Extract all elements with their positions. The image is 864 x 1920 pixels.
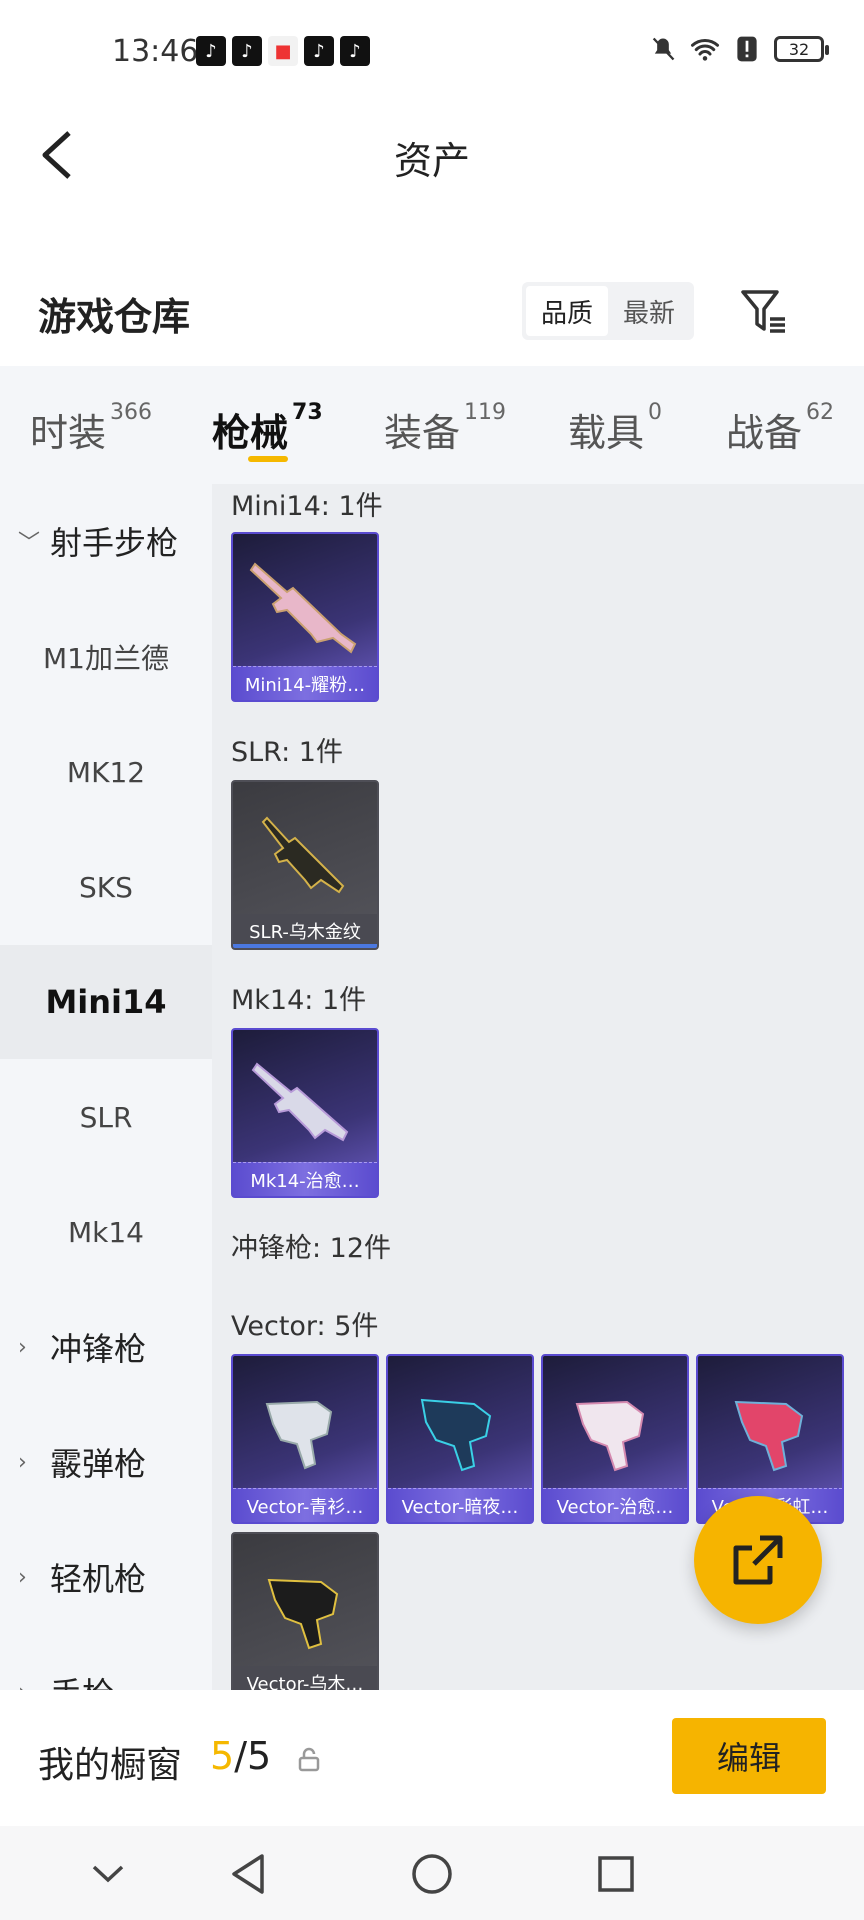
chevron-right-icon: › bbox=[18, 1334, 27, 1360]
item-card[interactable]: Vector-暗夜… bbox=[386, 1354, 534, 1524]
item-card[interactable]: Vector-青衫… bbox=[231, 1354, 379, 1524]
tab-equipment[interactable]: 装备 119 bbox=[384, 400, 506, 457]
bell-muted-icon bbox=[648, 34, 678, 64]
lock-icon bbox=[298, 1747, 320, 1772]
tab-fashion[interactable]: 时装 366 bbox=[30, 400, 152, 457]
rifle-icon bbox=[261, 816, 345, 894]
share-button[interactable] bbox=[694, 1496, 822, 1624]
group-label-mini14: Mini14: 1件 bbox=[231, 491, 383, 522]
share-icon bbox=[733, 1535, 783, 1585]
group-label-vector: Vector: 5件 bbox=[231, 1311, 379, 1342]
sidebar-group-smg[interactable]: › 冲锋枪 bbox=[0, 1290, 212, 1404]
group-label-mk14: Mk14: 1件 bbox=[231, 985, 367, 1016]
chevron-down-icon: ﹀ bbox=[18, 531, 41, 556]
category-tabs: 时装 366 枪械 73 装备 119 载具 0 战备 62 bbox=[0, 366, 864, 484]
nav-back-button[interactable] bbox=[220, 1846, 276, 1902]
sidebar: ﹀ 射手步枪 M1加兰德 MK12 SKS Mini14 SLR Mk14 › 冲锋… bbox=[0, 484, 212, 1690]
status-time: 13:46 bbox=[112, 34, 199, 69]
page-title: 资产 bbox=[393, 139, 470, 183]
chevron-right-icon: › bbox=[18, 1449, 27, 1475]
notification-icons: ♪ ♪ ■ ♪ ♪ bbox=[196, 36, 370, 66]
rarity-bar bbox=[233, 944, 377, 948]
sidebar-item-mk14[interactable]: Mk14 bbox=[0, 1175, 212, 1289]
item-name: SLR-乌木金纹 bbox=[233, 914, 377, 948]
sidebar-item-slr[interactable]: SLR bbox=[0, 1060, 212, 1174]
item-card[interactable]: Mk14-治愈… bbox=[231, 1028, 379, 1198]
chevron-right-icon: › bbox=[18, 1564, 27, 1590]
sidebar-item-m1-garand[interactable]: M1加兰德 bbox=[0, 600, 212, 714]
nav-recents-button[interactable] bbox=[588, 1846, 644, 1902]
filter-button[interactable] bbox=[736, 284, 792, 340]
sidebar-group-marksman-rifle[interactable]: ﹀ 射手步枪 bbox=[0, 484, 212, 598]
square-recents-icon bbox=[598, 1856, 634, 1892]
tiktok-icon: ♪ bbox=[304, 36, 334, 66]
item-name: Vector-青衫… bbox=[233, 1488, 377, 1522]
smg-icon bbox=[267, 1578, 339, 1650]
rifle-icon bbox=[249, 562, 357, 654]
tab-vehicles[interactable]: 载具 0 bbox=[568, 400, 662, 457]
sort-quality-button[interactable]: 品质 bbox=[526, 286, 608, 336]
tiktok-icon: ♪ bbox=[232, 36, 262, 66]
item-name: Mk14-治愈… bbox=[233, 1162, 377, 1196]
circle-home-icon bbox=[412, 1854, 452, 1894]
active-tab-indicator bbox=[248, 456, 288, 462]
rifle-icon bbox=[251, 1062, 349, 1142]
status-bar: 13:46 ♪ ♪ ■ ♪ ♪ 32 bbox=[0, 0, 864, 104]
header: 资产 bbox=[0, 104, 864, 204]
smg-icon bbox=[575, 1400, 645, 1472]
tiktok-icon: ♪ bbox=[196, 36, 226, 66]
item-card[interactable]: Vector-治愈… bbox=[541, 1354, 689, 1524]
tab-supplies[interactable]: 战备 62 bbox=[726, 400, 834, 457]
alert-icon bbox=[732, 34, 762, 64]
showcase-label: 我的橱窗 bbox=[38, 1745, 183, 1786]
sidebar-item-mk12[interactable]: MK12 bbox=[0, 715, 212, 829]
item-name: Vector-乌木… bbox=[233, 1666, 377, 1690]
sidebar-item-sks[interactable]: SKS bbox=[0, 830, 212, 944]
nav-collapse-button[interactable] bbox=[80, 1846, 136, 1902]
system-nav-bar bbox=[0, 1826, 864, 1920]
item-name: Vector-暗夜… bbox=[388, 1488, 532, 1522]
tiktok-icon: ♪ bbox=[340, 36, 370, 66]
nav-home-button[interactable] bbox=[404, 1846, 460, 1902]
section-title: 游戏仓库 bbox=[38, 295, 191, 339]
item-name: Mini14-耀粉… bbox=[233, 666, 377, 700]
item-card[interactable]: SLR-乌木金纹 bbox=[231, 780, 379, 950]
showcase-count: 5/5 bbox=[210, 1734, 272, 1778]
sidebar-group-pistol[interactable]: ›手枪 bbox=[0, 1635, 212, 1690]
showcase-bar: 我的橱窗 5/5 编辑 bbox=[0, 1690, 864, 1826]
system-icons: 32 bbox=[648, 34, 829, 64]
tab-weapons[interactable]: 枪械 73 bbox=[212, 400, 323, 457]
smg-icon bbox=[420, 1398, 492, 1472]
group-label-smg: 冲锋枪: 12件 bbox=[231, 1233, 392, 1264]
sidebar-group-lmg[interactable]: › 轻机枪 bbox=[0, 1520, 212, 1634]
chevron-right-icon: › bbox=[18, 1680, 46, 1691]
filter-icon bbox=[741, 290, 785, 333]
sidebar-item-mini14[interactable]: Mini14 bbox=[0, 945, 212, 1059]
item-card[interactable]: Mini14-耀粉… bbox=[231, 532, 379, 702]
sort-toggle: 品质 最新 bbox=[522, 282, 694, 340]
wifi-icon bbox=[690, 34, 720, 64]
smg-icon bbox=[734, 1400, 804, 1472]
group-label-slr: SLR: 1件 bbox=[231, 737, 343, 768]
smg-icon bbox=[265, 1400, 333, 1470]
item-name: Vector-治愈… bbox=[543, 1488, 687, 1522]
item-card[interactable]: Vector-乌木… bbox=[231, 1532, 379, 1690]
triangle-back-icon bbox=[232, 1854, 264, 1894]
sort-newest-button[interactable]: 最新 bbox=[608, 286, 690, 336]
chevron-down-icon bbox=[92, 1865, 124, 1883]
edit-button[interactable]: 编辑 bbox=[672, 1718, 826, 1794]
app-notification-icon: ■ bbox=[268, 36, 298, 66]
battery-icon: 32 bbox=[774, 36, 829, 62]
sidebar-group-shotgun[interactable]: › 霰弹枪 bbox=[0, 1405, 212, 1519]
